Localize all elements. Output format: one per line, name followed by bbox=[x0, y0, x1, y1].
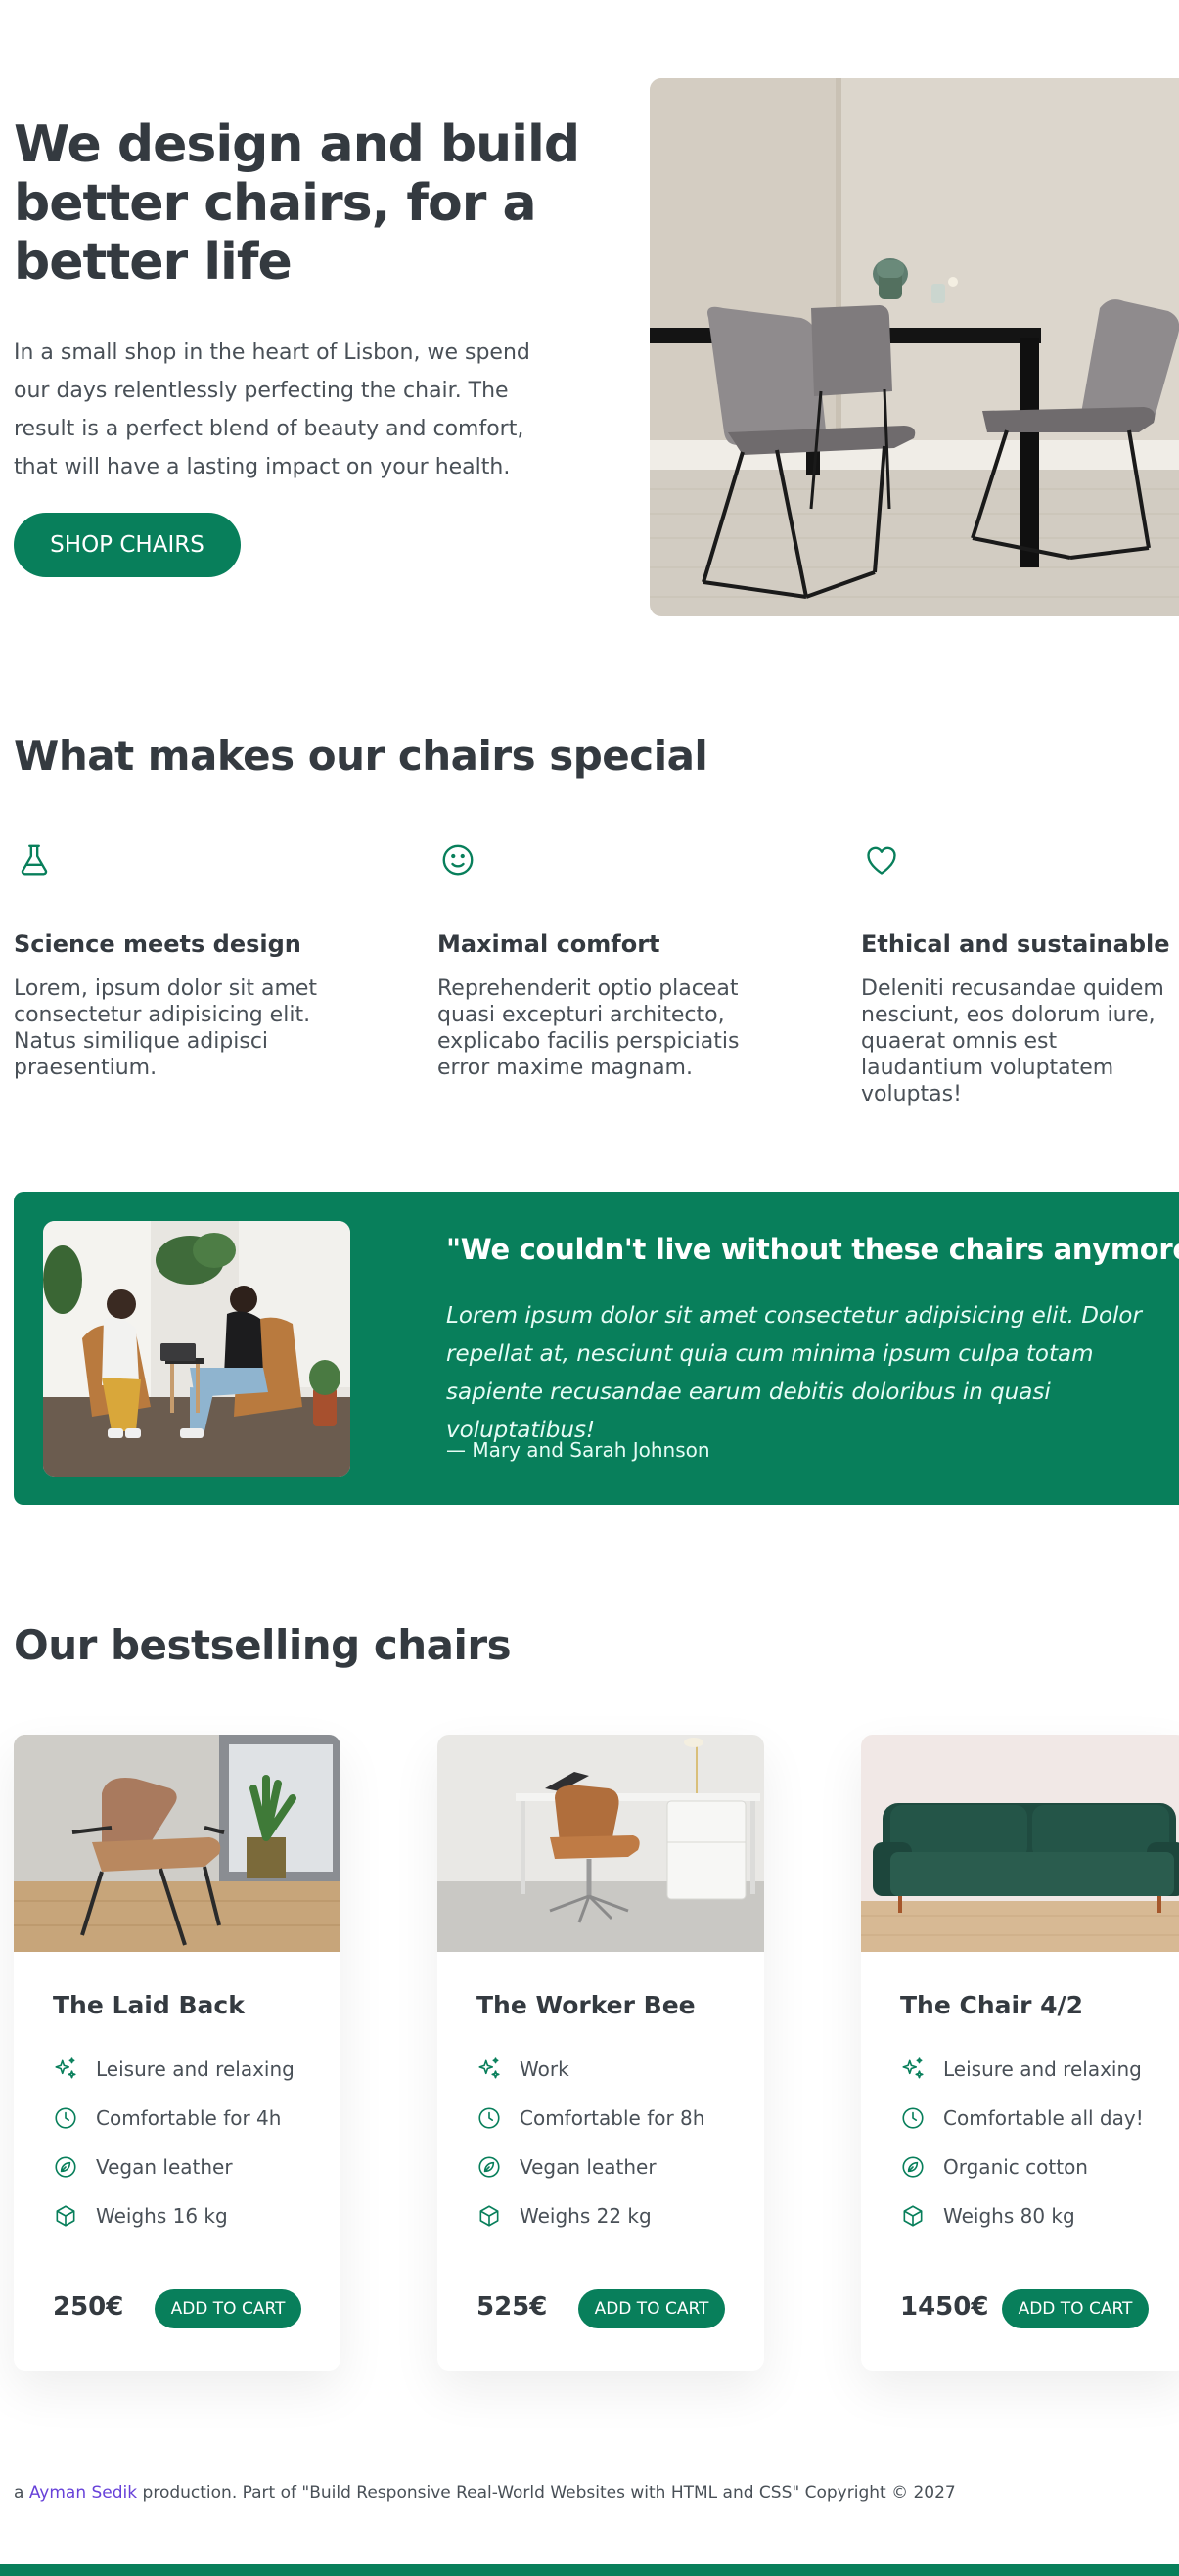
product-image bbox=[437, 1735, 764, 1952]
product-card-chair-4-2: The Chair 4/2 Leisure and relaxing Comfo… bbox=[861, 1735, 1179, 2371]
product-price: 250€ bbox=[53, 2292, 124, 2322]
author-link[interactable]: Ayman Sedik bbox=[29, 2483, 137, 2503]
testimonial-title: "We couldn't live without these chairs a… bbox=[446, 1233, 1179, 1266]
feature-description: Reprehenderit optio placeat quasi except… bbox=[437, 976, 740, 1080]
shop-chairs-button[interactable]: SHOP CHAIRS bbox=[14, 513, 241, 577]
add-to-cart-button[interactable]: ADD TO CART bbox=[578, 2289, 725, 2328]
attribute-label: Weighs 16 kg bbox=[96, 2204, 228, 2228]
features-heading: What makes our chairs special bbox=[14, 732, 708, 780]
clock-icon bbox=[902, 2107, 924, 2129]
heart-icon bbox=[867, 846, 896, 875]
leaf-icon bbox=[55, 2156, 76, 2178]
attribute-label: Comfortable all day! bbox=[943, 2106, 1144, 2130]
feature-science: Science meets design Lorem, ipsum dolor … bbox=[14, 841, 337, 1081]
product-attribute: Organic cotton bbox=[900, 2152, 1088, 2182]
testimonial-image bbox=[43, 1221, 350, 1477]
footer-prefix: a bbox=[14, 2483, 29, 2503]
attribute-label: Weighs 80 kg bbox=[943, 2204, 1075, 2228]
product-attribute: Weighs 22 kg bbox=[476, 2201, 652, 2231]
product-card-laid-back: The Laid Back Leisure and relaxing Comfo… bbox=[14, 1735, 340, 2371]
testimonial-author: — Mary and Sarah Johnson bbox=[446, 1438, 710, 1462]
add-to-cart-button[interactable]: ADD TO CART bbox=[155, 2289, 301, 2328]
attribute-label: Work bbox=[520, 2057, 569, 2081]
hero-description: In a small shop in the heart of Lisbon, … bbox=[14, 340, 530, 479]
product-price: 1450€ bbox=[900, 2292, 989, 2322]
attribute-label: Leisure and relaxing bbox=[96, 2057, 295, 2081]
clock-icon bbox=[478, 2107, 500, 2129]
box-icon bbox=[56, 2205, 75, 2227]
attribute-label: Comfortable for 8h bbox=[520, 2106, 705, 2130]
attribute-label: Leisure and relaxing bbox=[943, 2057, 1142, 2081]
product-name: The Worker Bee bbox=[476, 1991, 696, 2019]
box-icon bbox=[479, 2205, 499, 2227]
add-to-cart-button[interactable]: ADD TO CART bbox=[1002, 2289, 1149, 2328]
product-image bbox=[861, 1735, 1179, 1952]
attribute-label: Weighs 22 kg bbox=[520, 2204, 652, 2228]
sparkles-icon bbox=[478, 2057, 500, 2079]
hero-image bbox=[650, 78, 1179, 616]
flask-icon bbox=[21, 844, 48, 876]
sparkles-icon bbox=[55, 2057, 76, 2079]
footer-credits: a Ayman Sedik production. Part of "Build… bbox=[14, 2483, 956, 2503]
products-heading: Our bestselling chairs bbox=[14, 1621, 512, 1669]
feature-title: Maximal comfort bbox=[437, 930, 660, 958]
leaf-icon bbox=[902, 2156, 924, 2178]
product-name: The Chair 4/2 bbox=[900, 1991, 1084, 2019]
product-attribute: Weighs 16 kg bbox=[53, 2201, 228, 2231]
feature-title: Science meets design bbox=[14, 930, 301, 958]
product-attribute: Vegan leather bbox=[53, 2152, 233, 2182]
feature-description: Lorem, ipsum dolor sit amet consectetur … bbox=[14, 976, 318, 1080]
box-icon bbox=[903, 2205, 923, 2227]
product-attribute: Vegan leather bbox=[476, 2152, 657, 2182]
hero-title: We design and build better chairs, for a… bbox=[14, 115, 580, 292]
leaf-icon bbox=[478, 2156, 500, 2178]
feature-title: Ethical and sustainable bbox=[861, 930, 1170, 958]
attribute-label: Organic cotton bbox=[943, 2155, 1088, 2179]
smiley-icon bbox=[442, 844, 474, 876]
attribute-label: Vegan leather bbox=[96, 2155, 233, 2179]
footer-suffix: production. Part of "Build Responsive Re… bbox=[137, 2483, 956, 2503]
product-card-worker-bee: The Worker Bee Work Comfortable for 8h V… bbox=[437, 1735, 764, 2371]
product-image bbox=[14, 1735, 340, 1952]
product-price: 525€ bbox=[476, 2292, 548, 2322]
bottom-bar bbox=[0, 2564, 1179, 2576]
testimonial-section: "We couldn't live without these chairs a… bbox=[14, 1192, 1179, 1505]
product-attribute: Comfortable for 8h bbox=[476, 2103, 704, 2133]
clock-icon bbox=[55, 2107, 76, 2129]
product-attribute: Weighs 80 kg bbox=[900, 2201, 1075, 2231]
product-attribute: Comfortable all day! bbox=[900, 2103, 1144, 2133]
product-attribute: Leisure and relaxing bbox=[53, 2055, 295, 2084]
attribute-label: Vegan leather bbox=[520, 2155, 657, 2179]
product-name: The Laid Back bbox=[53, 1991, 245, 2019]
feature-description: Deleniti recusandae quidem nesciunt, eos… bbox=[861, 976, 1164, 1107]
sparkles-icon bbox=[902, 2057, 924, 2079]
feature-comfort: Maximal comfort Reprehenderit optio plac… bbox=[437, 841, 760, 1081]
attribute-label: Comfortable for 4h bbox=[96, 2106, 282, 2130]
product-attribute: Work bbox=[476, 2055, 569, 2084]
feature-ethical: Ethical and sustainable Deleniti recusan… bbox=[861, 841, 1179, 1107]
product-attribute: Leisure and relaxing bbox=[900, 2055, 1142, 2084]
testimonial-text: Lorem ipsum dolor sit amet consectetur a… bbox=[446, 1303, 1142, 1443]
product-attribute: Comfortable for 4h bbox=[53, 2103, 281, 2133]
